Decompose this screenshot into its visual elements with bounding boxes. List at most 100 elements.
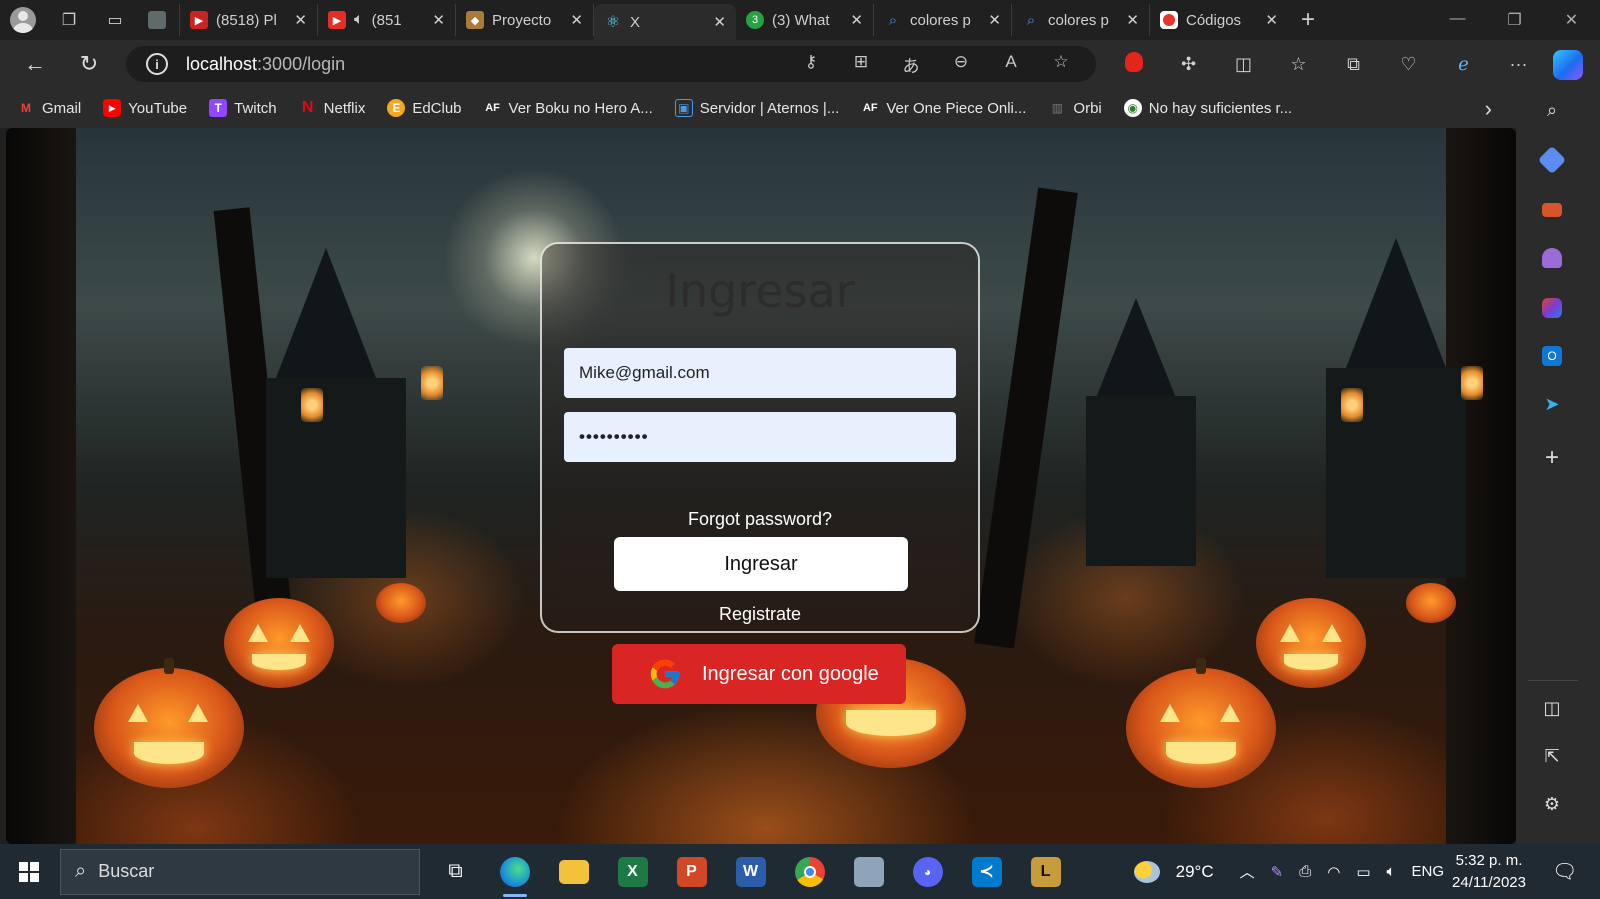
tab-close-icon[interactable]: ✕ (705, 13, 726, 31)
sidebar-games-icon[interactable] (1536, 242, 1568, 274)
wifi-icon[interactable]: ◠ (1327, 863, 1340, 881)
weather-widget[interactable]: 29°C (1126, 860, 1222, 883)
minimize-icon[interactable]: — (1429, 10, 1486, 30)
bookmark-youtube[interactable]: ▶ YouTube (103, 99, 187, 117)
sidebar-outlook-icon[interactable]: O (1536, 340, 1568, 372)
notifications-icon[interactable]: 🗨︎ (1552, 859, 1592, 884)
register-link[interactable]: Registrate (542, 604, 978, 625)
bookmark-twitch[interactable]: T Twitch (209, 99, 277, 117)
reload-icon: ↻ (79, 51, 99, 76)
split-screen-icon[interactable]: ◫ (1216, 54, 1271, 75)
sidebar-open-external-icon[interactable]: ⇱ (1536, 740, 1568, 772)
tab-close-icon[interactable]: ✕ (842, 11, 863, 29)
pen-icon[interactable]: ✎ (1271, 863, 1284, 881)
volume-icon[interactable]: 🔈︎ (1387, 863, 1396, 880)
copilot-icon[interactable] (1553, 50, 1583, 80)
favorite-star-icon[interactable]: ☆ (1036, 52, 1086, 77)
edge-icon[interactable]: ℯ (1436, 54, 1491, 75)
sidebar-tools-icon[interactable] (1536, 194, 1568, 226)
tab-close-icon[interactable]: ✕ (424, 11, 445, 29)
taskbar-word[interactable]: W (721, 844, 780, 899)
tab-close-icon[interactable]: ✕ (1257, 11, 1278, 29)
restore-icon[interactable]: ❐ (1486, 10, 1543, 30)
taskbar-app-window[interactable] (839, 844, 898, 899)
site-info-icon[interactable]: i (146, 53, 168, 75)
forgot-password-link[interactable]: Forgot password? (542, 509, 978, 530)
login-submit-button[interactable]: Ingresar (614, 537, 908, 591)
taskbar-discord[interactable]: ◕ (898, 844, 957, 899)
browser-essentials-icon[interactable]: ♡ (1381, 54, 1436, 75)
speaker-icon[interactable]: 🔈︎ (354, 11, 364, 29)
profile-button[interactable] (0, 0, 46, 40)
tab-close-icon[interactable]: ✕ (286, 11, 307, 29)
bookmarks-overflow-chevron-icon[interactable]: › (1485, 96, 1492, 122)
bookmark-no-hay-suficientes[interactable]: ◉ No hay suficientes r... (1123, 99, 1292, 117)
tab-close-icon[interactable]: ✕ (980, 11, 1001, 29)
tab-7[interactable]: ⌕ colores p ✕ (1012, 4, 1150, 36)
translate-icon[interactable]: あ (886, 52, 936, 77)
extensions-puzzle-icon[interactable]: ✣ (1161, 54, 1216, 75)
key-icon[interactable]: ⚷ (786, 52, 836, 77)
taskbar-powerpoint[interactable]: P (662, 844, 721, 899)
language-indicator[interactable]: ENG (1412, 863, 1445, 880)
sidebar-hide-icon[interactable]: ◫ (1536, 692, 1568, 724)
sidebar-shopping-icon[interactable] (1536, 144, 1568, 176)
address-bar[interactable]: i localhost:3000/login ⚷ ⊞ あ ⊖ A ☆ (126, 46, 1096, 82)
sidebar-add-icon[interactable]: + (1536, 442, 1568, 474)
taskbar-vscode[interactable]: ≺ (957, 844, 1016, 899)
zoom-out-icon[interactable]: ⊖ (936, 52, 986, 77)
bookmark-edclub[interactable]: E EdClub (387, 99, 462, 117)
tray-overflow-chevron-icon[interactable]: ︿ (1240, 861, 1255, 882)
sidebar-search-icon[interactable]: ⌕ (1536, 94, 1568, 126)
start-button[interactable] (0, 844, 58, 899)
taskbar-league[interactable]: L (1016, 844, 1075, 899)
read-aloud-icon[interactable]: A (986, 52, 1036, 77)
reload-button[interactable]: ↻ (62, 44, 116, 84)
apps-grid-icon[interactable]: ⊞ (836, 52, 886, 77)
bookmark-netflix[interactable]: N Netflix (299, 99, 365, 117)
workspaces-button[interactable]: ❐ (46, 0, 92, 40)
taskbar-search-box[interactable]: ⌕ Buscar (60, 848, 420, 895)
tab-5[interactable]: 3 (3) What ✕ (736, 4, 874, 36)
taskbar-edge[interactable] (485, 844, 544, 899)
close-window-icon[interactable]: ✕ (1543, 10, 1600, 30)
extension-red-icon[interactable] (1106, 51, 1161, 77)
jack-o-lantern-left-2 (224, 598, 334, 688)
tab-4-active[interactable]: ⚛ X ✕ (594, 4, 736, 40)
tab-6[interactable]: ⌕ colores p ✕ (874, 4, 1012, 36)
tab-1[interactable]: ▶ (8518) Pl ✕ (180, 4, 318, 36)
tab-8[interactable]: Códigos ✕ (1150, 4, 1288, 36)
new-tab-button[interactable]: + (1288, 6, 1328, 34)
password-input[interactable]: •••••••••• (564, 412, 956, 462)
sidebar-drop-icon[interactable]: ➤ (1536, 388, 1568, 420)
tab-2[interactable]: ▶ 🔈︎ (851 ✕ (318, 4, 456, 36)
more-menu-icon[interactable]: ··· (1491, 54, 1546, 75)
google-login-button[interactable]: Ingresar con google (612, 644, 906, 704)
tab-3[interactable]: ◆ Proyecto ✕ (456, 4, 594, 36)
bookmark-one-piece[interactable]: AF Ver One Piece Onli... (861, 99, 1026, 117)
meet-now-icon[interactable]: ⎙ (1299, 863, 1311, 880)
tab-actions-button[interactable]: ▭ (92, 0, 138, 40)
sidebar-office-icon[interactable] (1536, 292, 1568, 324)
bookmark-boku-no-hero[interactable]: AF Ver Boku no Hero A... (484, 99, 653, 117)
clock[interactable]: 5:32 p. m. 24/11/2023 (1452, 850, 1526, 894)
task-view-button[interactable]: ⧉ (426, 844, 485, 899)
taskbar-excel[interactable]: X (603, 844, 662, 899)
bookmark-gmail[interactable]: M Gmail (17, 99, 81, 117)
favorites-icon[interactable]: ☆ (1271, 54, 1326, 75)
tab-0[interactable] (138, 4, 180, 36)
bookmark-aternos[interactable]: ▣ Servidor | Aternos |... (674, 99, 839, 117)
email-input[interactable]: Mike@gmail.com (564, 348, 956, 398)
taskbar-chrome[interactable] (780, 844, 839, 899)
sidebar-settings-gear-icon[interactable]: ⚙ (1536, 788, 1568, 820)
tab-close-icon[interactable]: ✕ (562, 11, 583, 29)
tab-close-icon[interactable]: ✕ (1118, 11, 1139, 29)
word-icon: W (735, 856, 766, 887)
collections-icon[interactable]: ⧉ (1326, 54, 1381, 75)
battery-icon[interactable]: ▭ (1356, 863, 1370, 881)
lantern-right (1341, 388, 1363, 422)
back-button[interactable]: ← (8, 44, 62, 84)
bookmark-orbi[interactable]: ▥ Orbi (1048, 99, 1102, 117)
url-text[interactable]: localhost:3000/login (186, 54, 345, 75)
taskbar-file-explorer[interactable] (544, 844, 603, 899)
